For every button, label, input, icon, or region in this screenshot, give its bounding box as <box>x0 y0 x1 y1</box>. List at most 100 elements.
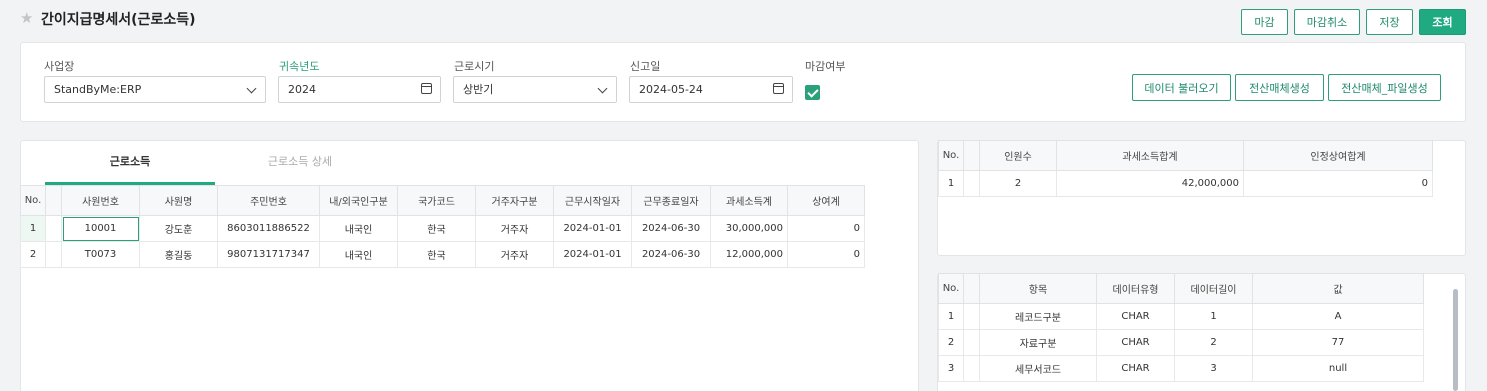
table-header-row: No. 항목 데이터유형 데이터길이 값 <box>938 273 1424 304</box>
cell[interactable]: 3 <box>938 355 964 382</box>
tab-income-detail[interactable]: 근로소득 상세 <box>215 140 385 185</box>
calendar-icon[interactable] <box>773 83 784 94</box>
cell[interactable]: 0 <box>1243 170 1433 197</box>
cell[interactable]: 1 <box>1174 303 1253 330</box>
col-taxable-total[interactable]: 과세소득합계 <box>1056 140 1244 171</box>
cell[interactable]: 0 <box>787 241 865 268</box>
cell[interactable]: 레코드구분 <box>979 303 1097 330</box>
table-row[interactable]: 1 레코드구분 CHAR 1 A <box>938 303 1424 330</box>
col-bonus-total[interactable]: 인정상여합계 <box>1243 140 1433 171</box>
cell[interactable]: 42,000,000 <box>1056 170 1244 197</box>
col-emp-id[interactable]: 사원번호 <box>61 185 140 216</box>
col-end-date[interactable]: 근무종료일자 <box>631 185 711 216</box>
cell[interactable]: 1 <box>938 170 964 197</box>
cell[interactable]: 홍길동 <box>139 241 218 268</box>
workplace-select[interactable]: StandByMe:ERP <box>44 76 266 103</box>
load-data-button[interactable]: 데이터 불러오기 <box>1132 74 1231 101</box>
cell[interactable]: CHAR <box>1096 355 1175 382</box>
col-blank[interactable] <box>45 185 62 216</box>
col-country[interactable]: 국가코드 <box>397 185 476 216</box>
cell[interactable]: 2024-06-30 <box>631 241 711 268</box>
cell[interactable]: 거주자 <box>475 241 554 268</box>
col-no[interactable]: No. <box>20 185 46 216</box>
cell[interactable]: 강도훈 <box>139 215 218 242</box>
summary-table: No. 인원수 과세소득합계 인정상여합계 1 2 42,000,000 0 <box>938 140 1433 197</box>
col-emp-name[interactable]: 사원명 <box>139 185 218 216</box>
table-row[interactable]: 2 T0073 홍길동 9807131717347 내국인 한국 거주자 202… <box>20 241 865 268</box>
col-headcount[interactable]: 인원수 <box>979 140 1057 171</box>
cell[interactable]: 내국인 <box>319 215 398 242</box>
col-no[interactable]: No. <box>938 140 964 171</box>
col-bonus[interactable]: 상여계 <box>787 185 865 216</box>
cell[interactable] <box>45 215 62 242</box>
col-rrn[interactable]: 주민번호 <box>217 185 320 216</box>
cell[interactable]: CHAR <box>1096 303 1175 330</box>
cell[interactable]: 1 <box>20 215 46 242</box>
cell[interactable]: null <box>1252 355 1424 382</box>
table-row[interactable]: 2 자료구분 CHAR 2 77 <box>938 329 1424 356</box>
col-data-length[interactable]: 데이터길이 <box>1174 273 1253 304</box>
table-row[interactable]: 3 세무서코드 CHAR 3 null <box>938 355 1424 382</box>
cell[interactable] <box>963 170 980 197</box>
period-value: 상반기 <box>463 83 494 96</box>
cell[interactable] <box>963 303 980 330</box>
save-button[interactable]: 저장 <box>1366 9 1413 35</box>
col-taxable[interactable]: 과세소득계 <box>710 185 788 216</box>
cell[interactable]: 30,000,000 <box>710 215 788 242</box>
workplace-label: 사업장 <box>44 60 75 73</box>
cell[interactable]: 2 <box>938 329 964 356</box>
star-icon[interactable]: ★ <box>20 9 33 27</box>
cell[interactable]: 자료구분 <box>979 329 1097 356</box>
cell[interactable]: A <box>1252 303 1424 330</box>
create-media-button[interactable]: 전산매체생성 <box>1235 74 1324 101</box>
cell[interactable]: 3 <box>1174 355 1253 382</box>
cell[interactable]: 9807131717347 <box>217 241 320 268</box>
cell[interactable]: 2 <box>1174 329 1253 356</box>
close-cancel-button[interactable]: 마감취소 <box>1294 9 1360 35</box>
cell[interactable]: 2024-01-01 <box>553 215 632 242</box>
cell[interactable]: 2 <box>20 241 46 268</box>
col-item[interactable]: 항목 <box>979 273 1097 304</box>
col-nationality[interactable]: 내/외국인구분 <box>319 185 398 216</box>
report-date-label: 신고일 <box>630 60 661 73</box>
tab-income[interactable]: 근로소득 <box>45 140 215 185</box>
cell[interactable]: 1 <box>938 303 964 330</box>
cell[interactable]: 8603011886522 <box>217 215 320 242</box>
cell[interactable]: 10001 <box>61 215 140 242</box>
col-value[interactable]: 값 <box>1252 273 1424 304</box>
col-blank[interactable] <box>963 140 980 171</box>
col-data-type[interactable]: 데이터유형 <box>1096 273 1175 304</box>
cell[interactable]: 2 <box>979 170 1057 197</box>
cell[interactable]: CHAR <box>1096 329 1175 356</box>
create-media-file-button[interactable]: 전산매체_파일생성 <box>1328 74 1441 101</box>
period-select[interactable]: 상반기 <box>453 76 617 103</box>
cell[interactable]: 12,000,000 <box>710 241 788 268</box>
cell[interactable]: 77 <box>1252 329 1424 356</box>
cell[interactable]: 세무서코드 <box>979 355 1097 382</box>
cell[interactable]: 2024-01-01 <box>553 241 632 268</box>
year-input[interactable]: 2024 <box>278 76 441 103</box>
cell[interactable] <box>963 355 980 382</box>
table-row[interactable]: 1 10001 강도훈 8603011886522 내국인 한국 거주자 202… <box>20 215 865 242</box>
record-scrollbar[interactable] <box>1453 289 1458 391</box>
cell[interactable] <box>963 329 980 356</box>
table-row[interactable]: 1 2 42,000,000 0 <box>938 170 1433 197</box>
cell[interactable]: 0 <box>787 215 865 242</box>
calendar-icon[interactable] <box>421 83 432 94</box>
cell[interactable]: 한국 <box>397 215 476 242</box>
cell[interactable] <box>45 241 62 268</box>
cell[interactable]: 내국인 <box>319 241 398 268</box>
cell[interactable]: T0073 <box>61 241 140 268</box>
cell[interactable]: 한국 <box>397 241 476 268</box>
col-residency[interactable]: 거주자구분 <box>475 185 554 216</box>
col-no[interactable]: No. <box>938 273 964 304</box>
cell[interactable]: 거주자 <box>475 215 554 242</box>
col-start-date[interactable]: 근무시작일자 <box>553 185 632 216</box>
report-date-input[interactable]: 2024-05-24 <box>629 76 793 103</box>
search-button[interactable]: 조회 <box>1419 9 1466 35</box>
cell[interactable]: 2024-06-30 <box>631 215 711 242</box>
chevron-down-icon <box>597 83 608 94</box>
close-button[interactable]: 마감 <box>1241 9 1288 35</box>
col-blank[interactable] <box>963 273 980 304</box>
checkbox-checked-icon[interactable] <box>805 85 820 100</box>
